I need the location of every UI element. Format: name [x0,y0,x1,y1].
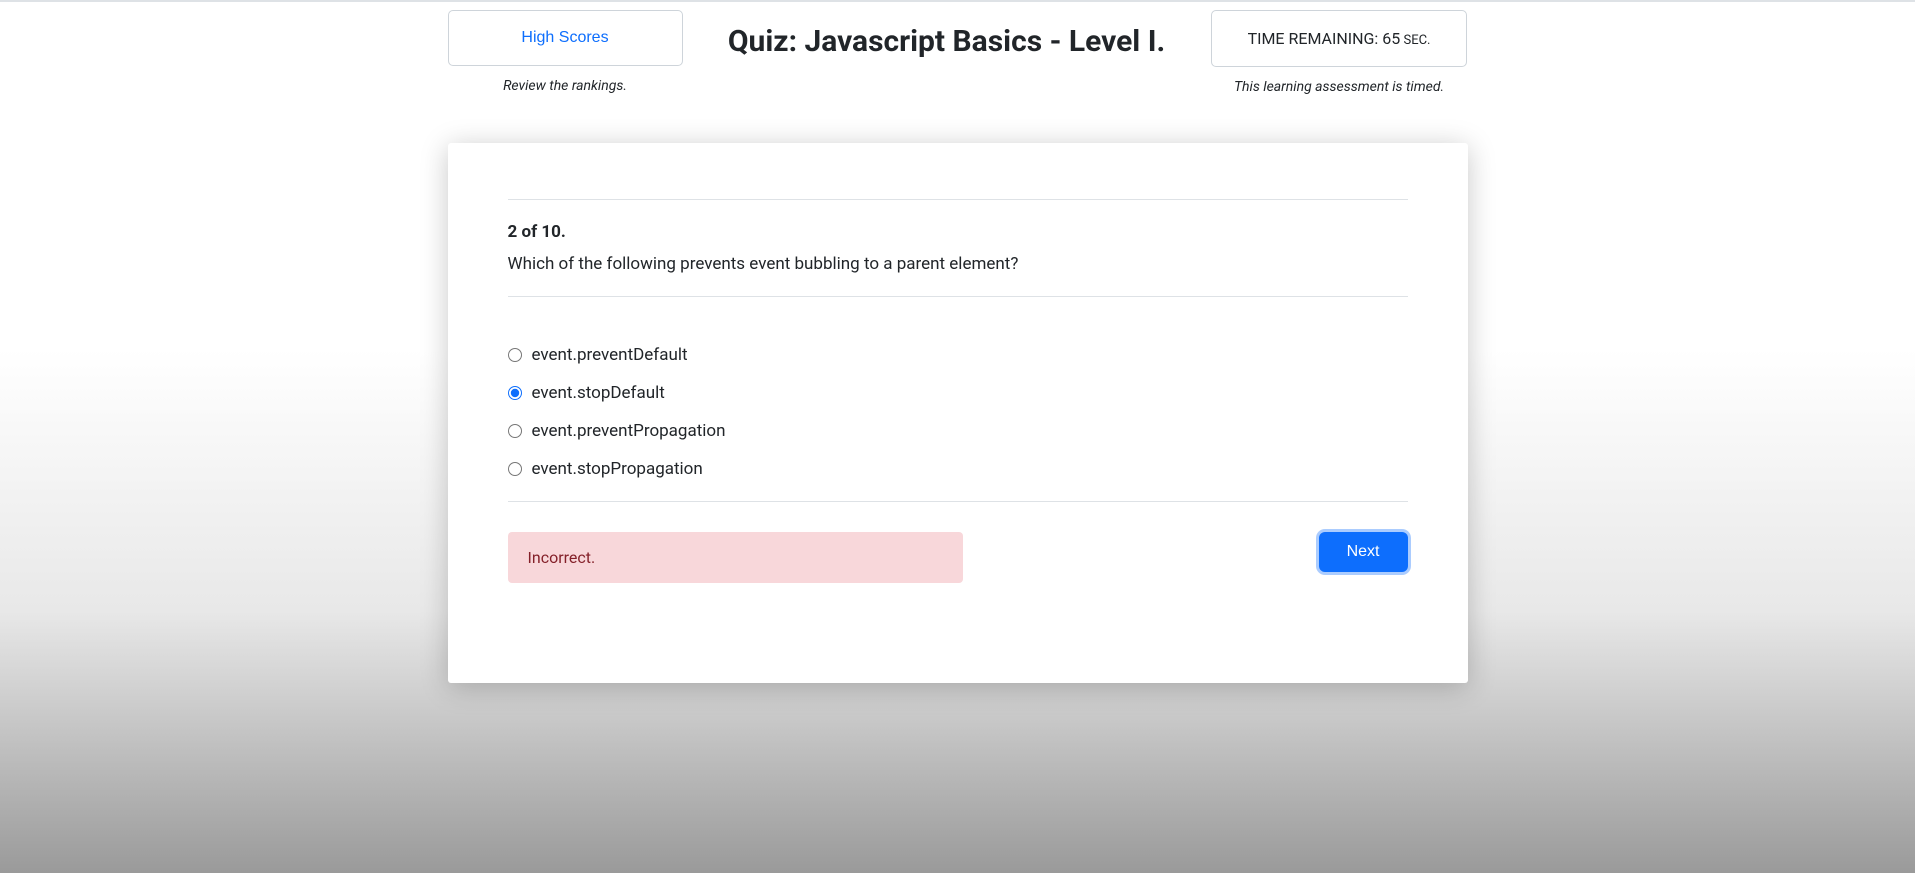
result-row: Incorrect. Next [508,502,1408,583]
option-row: event.stopDefault [508,383,1408,403]
option-row: event.preventDefault [508,345,1408,365]
time-remaining-value: 65 [1382,29,1400,48]
option-radio-0[interactable] [508,348,522,362]
option-row: event.stopPropagation [508,459,1408,479]
option-label-3[interactable]: event.stopPropagation [532,459,703,479]
header: High Scores Review the rankings. Quiz: J… [448,2,1468,107]
high-scores-button[interactable]: High Scores [448,10,683,66]
timed-helper: This learning assessment is timed. [1234,79,1444,95]
question-text: Which of the following prevents event bu… [508,254,1408,274]
option-radio-3[interactable] [508,462,522,476]
quiz-card: 2 of 10. Which of the following prevents… [448,143,1468,683]
option-label-0[interactable]: event.preventDefault [532,345,688,365]
option-row: event.preventPropagation [508,421,1408,441]
question-number: 2 of 10. [508,222,1408,242]
time-remaining-prefix: TIME REMAINING: [1248,29,1383,48]
high-scores-helper: Review the rankings. [503,78,627,94]
option-radio-2[interactable] [508,424,522,438]
page-title: Quiz: Javascript Basics - Level I. [728,10,1165,59]
question-block: 2 of 10. Which of the following prevents… [508,199,1408,297]
next-button[interactable]: Next [1319,532,1408,572]
options-block: event.preventDefault event.stopDefault e… [508,297,1408,502]
option-label-1[interactable]: event.stopDefault [532,383,665,403]
option-label-2[interactable]: event.preventPropagation [532,421,726,441]
feedback-alert: Incorrect. [508,532,963,583]
time-remaining-suffix: SEC. [1400,33,1430,48]
option-radio-1[interactable] [508,386,522,400]
time-remaining-box: TIME REMAINING: 65 SEC. [1211,10,1468,67]
